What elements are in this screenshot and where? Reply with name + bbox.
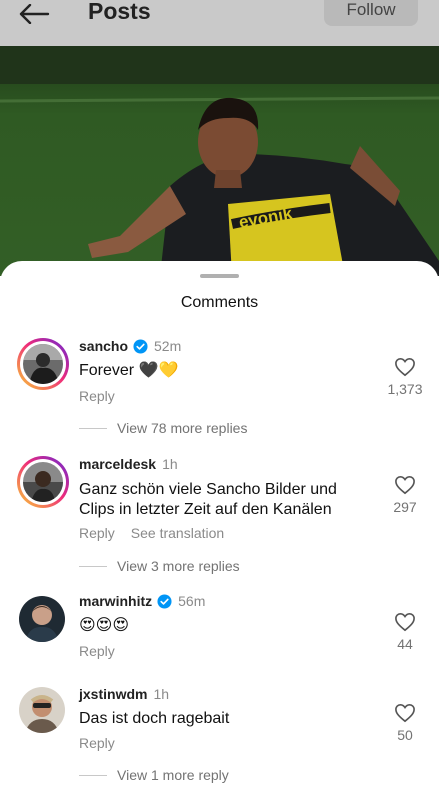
comment-actions: Reply [79, 643, 115, 659]
comment-actions: Reply [79, 388, 115, 404]
reply-button[interactable]: Reply [79, 643, 115, 659]
divider-line [79, 774, 107, 776]
back-button[interactable] [18, 3, 52, 25]
view-replies-button[interactable]: View 78 more replies [79, 420, 247, 436]
comment-time: 1h [162, 456, 178, 472]
view-replies-button[interactable]: View 3 more replies [79, 558, 240, 574]
reply-button[interactable]: Reply [79, 388, 115, 404]
comment-header: marceldesk 1h [79, 456, 178, 472]
comment-username[interactable]: sancho [79, 338, 128, 354]
divider-line [79, 565, 107, 567]
comment-actions: Reply [79, 735, 115, 751]
heart-icon [395, 357, 415, 377]
comment-text-line-2: Clips in letzter Zeit auf den Kanälen [79, 501, 332, 518]
top-bar: Posts Follow [0, 0, 439, 46]
comment-time: 52m [154, 338, 182, 354]
view-replies-button[interactable]: View 1 more reply [79, 767, 229, 783]
divider-line [79, 427, 107, 429]
verified-badge-icon [133, 338, 148, 354]
heart-icon [395, 475, 415, 495]
avatar-image [23, 462, 63, 502]
avatar[interactable] [17, 456, 69, 508]
reply-button[interactable]: Reply [79, 735, 115, 751]
heart-icon [395, 612, 415, 632]
like-button[interactable]: 50 [380, 703, 430, 743]
follow-button[interactable]: Follow [324, 0, 418, 26]
like-count: 297 [393, 499, 417, 515]
comment-username[interactable]: marwinhitz [79, 593, 152, 609]
like-count: 1,373 [387, 381, 423, 397]
reply-button[interactable]: Reply [79, 525, 115, 541]
comments-title: Comments [180, 294, 259, 311]
football-player-image: evonik [0, 46, 439, 276]
comment-header: sancho 52m [79, 338, 181, 354]
arrow-left-icon [19, 3, 50, 25]
comment-username[interactable]: marceldesk [79, 456, 156, 472]
comment-time: 56m [178, 593, 206, 609]
view-replies-label: View 78 more replies [117, 420, 248, 436]
view-replies-label: View 1 more reply [117, 767, 229, 783]
comment-header: marwinhitz 56m [79, 593, 205, 609]
like-button[interactable]: 1,373 [380, 357, 430, 397]
like-count: 44 [397, 636, 413, 652]
post-image[interactable]: evonik [0, 46, 439, 276]
avatar-image [23, 344, 63, 384]
avatar[interactable] [17, 338, 69, 390]
avatar-image [19, 687, 65, 733]
comment-text: Das ist doch ragebait [79, 710, 230, 727]
comment-text: 😍😍😍 [79, 617, 130, 634]
comment-username[interactable]: jxstinwdm [79, 686, 147, 702]
heart-icon [395, 703, 415, 723]
comment-time: 1h [153, 686, 170, 702]
comment-header: jxstinwdm 1h [79, 686, 169, 702]
drag-handle[interactable] [200, 274, 239, 278]
page-title: Posts [88, 0, 151, 24]
comment-text-line-1: Ganz schön viele Sancho Bilder und [79, 481, 337, 498]
avatar[interactable] [19, 687, 65, 733]
see-translation-button[interactable]: See translation [131, 525, 224, 541]
comment-actions: Reply See translation [79, 525, 224, 541]
like-count: 50 [397, 727, 413, 743]
like-button[interactable]: 44 [380, 612, 430, 652]
avatar[interactable] [19, 596, 65, 642]
view-replies-label: View 3 more replies [117, 558, 240, 574]
verified-badge-icon [157, 593, 172, 609]
comment-text: Forever 🖤💛 [79, 362, 179, 379]
like-button[interactable]: 297 [380, 475, 430, 515]
avatar-image [19, 596, 65, 642]
